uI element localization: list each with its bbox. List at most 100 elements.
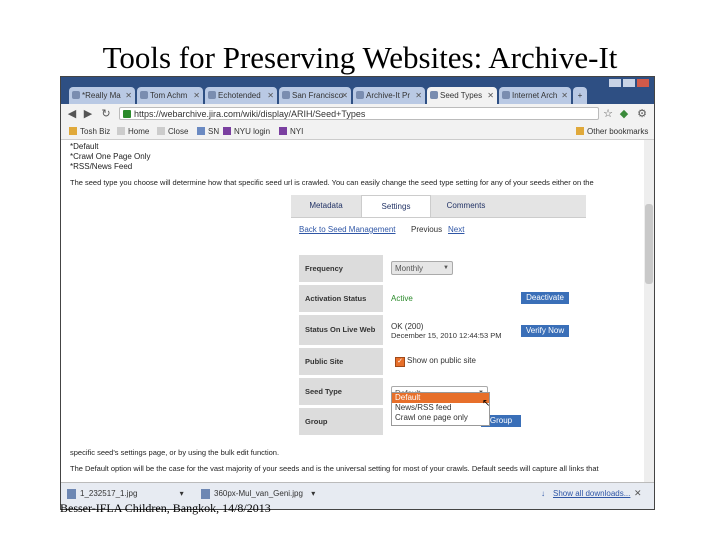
bookmark-item[interactable]: NYI — [279, 126, 303, 137]
chevron-down-icon: ▼ — [443, 265, 449, 271]
activation-status-label: Activation Status — [299, 285, 383, 312]
bookmark-item[interactable]: Close — [157, 126, 188, 137]
forward-arrow-icon[interactable]: ▶ — [81, 107, 95, 121]
bookmarks-bar: Tosh Biz Home Close SN NYU login NYI Oth… — [61, 124, 654, 140]
page-icon — [223, 127, 231, 135]
frequency-row: Frequency Monthly ▼ — [299, 255, 586, 282]
page-icon — [279, 127, 287, 135]
download-arrow-icon: ↓ — [541, 489, 545, 498]
seed-type-option[interactable]: Default — [392, 393, 489, 403]
address-bar-row: ◀ ▶ ↻ https://webarchive.jira.com/wiki/d… — [61, 104, 654, 124]
seed-type-list-item: *Default — [70, 142, 99, 151]
activation-status-row: Activation Status Active Deactivate — [299, 285, 586, 312]
paragraph: specific seed's settings page, or by usi… — [70, 448, 280, 457]
paragraph: The Default option will be the case for … — [70, 464, 599, 473]
page-icon — [197, 127, 205, 135]
image-file-icon — [201, 489, 210, 499]
image-file-icon — [67, 489, 76, 499]
close-tab-icon[interactable]: ✕ — [193, 87, 200, 104]
tab-strip: *Really Ma ✕ Tom Achm ✕ Echotended ✕ San Fr… — [61, 77, 654, 104]
tab-settings[interactable]: Settings — [361, 195, 431, 217]
vertical-scrollbar[interactable] — [644, 140, 654, 492]
public-site-label: Public Site — [299, 348, 383, 375]
live-web-status-code: OK (200) — [391, 322, 424, 331]
close-downloads-icon[interactable]: ✕ — [634, 488, 642, 499]
seed-settings-panel: Metadata Settings Comments Back to Seed … — [291, 195, 586, 509]
public-site-checkbox-label: Show on public site — [407, 356, 476, 365]
bookmark-item[interactable]: Tosh Biz — [69, 126, 110, 137]
bookmark-item[interactable]: NYU login — [223, 126, 270, 137]
frequency-select[interactable]: Monthly ▼ — [391, 261, 453, 275]
browser-tab-3[interactable]: Echotended ✕ — [205, 87, 277, 104]
star-icon[interactable]: ☆ — [601, 107, 615, 121]
seed-type-option[interactable]: Crawl one page only — [392, 413, 489, 423]
tab-comments[interactable]: Comments — [431, 195, 501, 217]
browser-tab-7[interactable]: Internet Arch ✕ — [499, 87, 571, 104]
seed-type-list-item: *Crawl One Page Only — [70, 152, 151, 161]
close-tab-icon[interactable]: ✕ — [341, 87, 348, 104]
favicon-icon — [208, 91, 216, 99]
mouse-cursor-icon: ↖ — [482, 398, 491, 409]
browser-tab-5[interactable]: Archive-It Pr ✕ — [353, 87, 425, 104]
public-site-checkbox[interactable]: ✓ — [395, 357, 405, 367]
panel-tabs: Metadata Settings Comments — [291, 195, 586, 218]
activation-status-value: Active — [391, 294, 413, 303]
next-link[interactable]: Next — [448, 225, 464, 234]
live-web-status-label: Status On Live Web — [299, 315, 383, 345]
favicon-icon — [72, 91, 80, 99]
wrench-icon[interactable]: ⚙ — [635, 107, 649, 121]
browser-screenshot: *Really Ma ✕ Tom Achm ✕ Echotended ✕ San Fr… — [60, 76, 655, 510]
scrollbar-thumb[interactable] — [645, 204, 653, 284]
back-arrow-icon[interactable]: ◀ — [65, 107, 79, 121]
tab-metadata[interactable]: Metadata — [291, 195, 361, 217]
verify-now-button[interactable]: Verify Now — [521, 325, 569, 337]
page-icon — [157, 127, 165, 135]
deactivate-button[interactable]: Deactivate — [521, 292, 569, 304]
public-site-row: Public Site ✓ Show on public site — [299, 348, 586, 375]
bookmark-item[interactable]: Home — [117, 126, 149, 137]
other-bookmarks[interactable]: Other bookmarks — [576, 126, 648, 137]
lock-icon — [123, 110, 131, 118]
reload-icon[interactable]: ↻ — [99, 107, 113, 121]
close-tab-icon[interactable]: ✕ — [415, 87, 422, 104]
favicon-icon — [356, 91, 364, 99]
live-web-status-row: Status On Live Web OK (200) December 15,… — [299, 315, 586, 345]
chevron-down-icon[interactable]: ▾ — [180, 489, 184, 498]
back-to-seed-management-link[interactable]: Back to Seed Management — [299, 225, 396, 234]
seed-type-option[interactable]: News/RSS feed — [392, 403, 489, 413]
previous-link[interactable]: Previous — [411, 225, 442, 234]
url-input[interactable]: https://webarchive.jira.com/wiki/display… — [119, 107, 599, 120]
browser-tab-4[interactable]: San Francisco ✕ — [279, 87, 351, 104]
close-tab-icon[interactable]: ✕ — [487, 87, 494, 104]
browser-tab-1[interactable]: *Really Ma ✕ — [69, 87, 135, 104]
close-window-button[interactable] — [637, 79, 649, 87]
close-tab-icon[interactable]: ✕ — [267, 87, 274, 104]
favicon-icon — [140, 91, 148, 99]
close-tab-icon[interactable]: ✕ — [561, 87, 568, 104]
minimize-button[interactable] — [609, 79, 621, 87]
bookmark-item[interactable]: SN — [197, 126, 219, 137]
seed-type-list-item: *RSS/News Feed — [70, 162, 133, 171]
seed-type-dropdown: Default News/RSS feed Crawl one page onl… — [391, 392, 490, 426]
chevron-down-icon[interactable]: ▾ — [311, 489, 315, 498]
browser-tab-6[interactable]: Seed Types ✕ — [427, 87, 497, 104]
seed-type-label: Seed Type — [299, 378, 383, 405]
page-content: *Default *Crawl One Page Only *RSS/News … — [61, 140, 654, 509]
folder-icon — [576, 127, 584, 135]
close-tab-icon[interactable]: ✕ — [125, 87, 132, 104]
show-all-downloads-link[interactable]: Show all downloads... — [553, 489, 630, 498]
page-icon — [117, 127, 125, 135]
favicon-icon — [502, 91, 510, 99]
new-tab-button[interactable]: + — [573, 87, 587, 104]
paragraph: The seed type you choose will determine … — [70, 178, 594, 187]
favicon-icon — [282, 91, 290, 99]
folder-icon — [69, 127, 77, 135]
frequency-label: Frequency — [299, 255, 383, 282]
browser-tab-2[interactable]: Tom Achm ✕ — [137, 87, 203, 104]
extension-icon[interactable]: ◆ — [617, 107, 631, 121]
group-label: Group — [299, 408, 383, 435]
slide-title: Tools for Preserving Websites: Archive-I… — [102, 40, 618, 75]
favicon-icon — [430, 91, 438, 99]
slide-footer: Besser-IFLA Children, Bangkok, 14/8/2013 — [60, 501, 271, 515]
maximize-button[interactable] — [623, 79, 635, 87]
